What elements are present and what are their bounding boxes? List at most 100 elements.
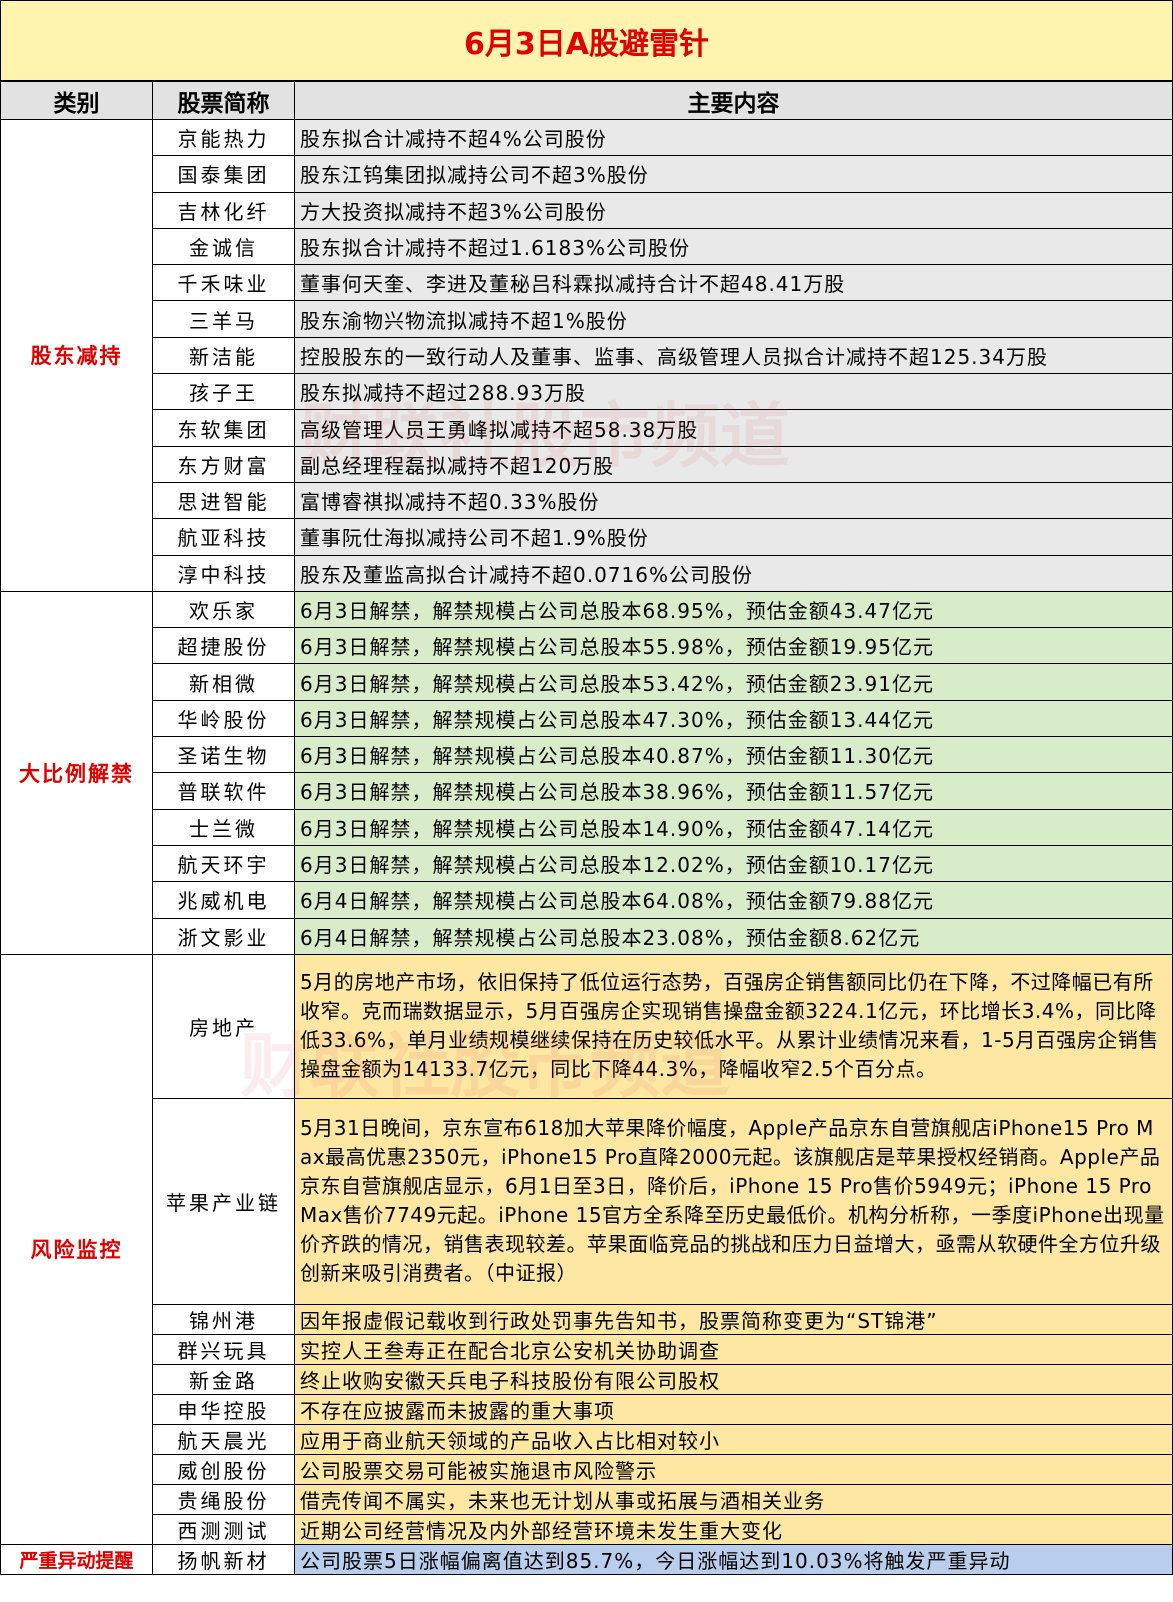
content-cell: 近期公司经营情况及内外部经营环境未发生重大变化 <box>294 1513 1173 1545</box>
table-row: 严重异动提醒 扬帆新材 公司股票5日涨幅偏离值达到85.7%，今日涨幅达到10.03… <box>0 1543 1173 1575</box>
stock-name-cell: 新相微 <box>152 663 295 701</box>
table-row: 航亚科技 董事阮仕海拟减持公司不超1.9%股份 <box>1 518 1173 556</box>
header-stock: 股票简称 <box>152 81 295 120</box>
content-cell: 5月的房地产市场，依旧保持了低位运行态势，百强房企销售额同比仍在下降，不过降幅已… <box>294 953 1173 1099</box>
stock-name-cell: 国泰集团 <box>152 155 295 193</box>
content-cell: 实控人王叁寿正在配合北京公安机关协助调查 <box>294 1333 1173 1365</box>
stock-name-cell: 航天晨光 <box>152 1423 295 1455</box>
category-cell: 严重异动提醒 <box>0 1543 153 1575</box>
stock-name-cell: 吉林化纤 <box>152 191 295 229</box>
content-cell: 公司股票交易可能被实施退市风险警示 <box>294 1453 1173 1485</box>
stock-name-cell: 贵绳股份 <box>152 1483 295 1515</box>
stock-name-cell: 三羊马 <box>152 300 295 338</box>
content-cell: 应用于商业航天领域的产品收入占比相对较小 <box>294 1423 1173 1455</box>
stock-name-cell: 士兰微 <box>152 808 295 846</box>
table-row: 新相微 6月3日解禁，解禁规模占公司总股本53.42%，预估金额23.91亿元 <box>1 663 1173 701</box>
stock-name-cell: 新金路 <box>152 1363 295 1395</box>
content-cell: 终止收购安徽天兵电子科技股份有限公司股权 <box>294 1363 1173 1395</box>
table-row: 三羊马 股东渝物兴物流拟减持不超1%股份 <box>1 300 1173 338</box>
content-cell: 6月4日解禁，解禁规模占公司总股本23.08%，预估金额8.62亿元 <box>294 917 1173 955</box>
stock-name-cell: 思进智能 <box>152 481 295 520</box>
table-row: 申华控股 不存在应披露而未披露的重大事项 <box>1 1393 1173 1425</box>
table-body: 股东减持 京能热力 股东拟合计减持不超4%公司股份 国泰集团 股东江钨集团拟减持公司不超… <box>0 118 1173 1575</box>
table-row: 锦州港 因年报虚假记载收到行政处罚事先告知书，股票简称变更为“ST锦港” <box>1 1303 1173 1335</box>
content-cell: 董事阮仕海拟减持公司不超1.9%股份 <box>294 518 1173 556</box>
stock-name-cell: 孩子王 <box>152 373 295 411</box>
table-row: 航天晨光 应用于商业航天领域的产品收入占比相对较小 <box>1 1423 1173 1455</box>
stock-name-cell: 房地产 <box>152 953 295 1099</box>
sheet: 6月3日A股避雷针 类别 股票简称 主要内容 股东减持 京能热力 股东拟合计减持不超… <box>0 0 1173 1602</box>
content-cell: 公司股票5日涨幅偏离值达到85.7%，今日涨幅达到10.03%将触发严重异动 <box>294 1543 1173 1575</box>
content-cell: 6月4日解禁，解禁规模占公司总股本64.08%，预估金额79.88亿元 <box>294 881 1173 919</box>
stock-name-cell: 航亚科技 <box>152 518 295 556</box>
content-cell: 因年报虚假记载收到行政处罚事先告知书，股票简称变更为“ST锦港” <box>294 1303 1173 1335</box>
stock-name-cell: 扬帆新材 <box>152 1543 295 1575</box>
stock-name-cell: 欢乐家 <box>152 590 295 629</box>
table-row: 航天环宇 6月3日解禁，解禁规模占公司总股本12.02%，预估金额10.17亿元 <box>1 844 1173 883</box>
stock-name-cell: 浙文影业 <box>152 917 295 955</box>
stock-name-cell: 圣诺生物 <box>152 736 295 774</box>
content-cell: 富博睿祺拟减持不超0.33%股份 <box>294 481 1173 520</box>
content-cell: 控股股东的一致行动人及董事、监事、高级管理人员拟合计减持不超125.34万股 <box>294 336 1173 375</box>
stock-name-cell: 新洁能 <box>152 336 295 375</box>
table-row: 华岭股份 6月3日解禁，解禁规模占公司总股本47.30%，预估金额13.44亿元 <box>1 699 1173 738</box>
table-row: 威创股份 公司股票交易可能被实施退市风险警示 <box>1 1453 1173 1485</box>
stock-name-cell: 航天环宇 <box>152 844 295 883</box>
stock-table: 类别 股票简称 主要内容 股东减持 京能热力 股东拟合计减持不超4%公司股份 国泰集团… <box>0 81 1173 1575</box>
stock-name-cell: 东软集团 <box>152 409 295 447</box>
header-row: 类别 股票简称 主要内容 <box>0 81 1173 120</box>
stock-name-cell: 群兴玩具 <box>152 1333 295 1365</box>
stock-name-cell: 东方财富 <box>152 445 295 483</box>
stock-name-cell: 超捷股份 <box>152 627 295 665</box>
content-cell: 股东拟减持不超过288.93万股 <box>294 373 1173 411</box>
content-cell: 方大投资拟减持不超3%公司股份 <box>294 191 1173 229</box>
category-cell: 股东减持 <box>0 119 153 592</box>
content-cell: 高级管理人员王勇峰拟减持不超58.38万股 <box>294 409 1173 447</box>
table-row: 圣诺生物 6月3日解禁，解禁规模占公司总股本40.87%，预估金额11.30亿元 <box>1 736 1173 774</box>
table-row: 贵绳股份 借壳传闻不属实，未来也无计划从事或拓展与酒相关业务 <box>1 1483 1173 1515</box>
table-row: 千禾味业 董事何天奎、李进及董秘吕科霖拟减持合计不超48.41万股 <box>1 264 1173 302</box>
stock-name-cell: 锦州港 <box>152 1303 295 1335</box>
table-row: 股东减持 京能热力 股东拟合计减持不超4%公司股份 <box>0 118 1173 592</box>
stock-name-cell: 普联软件 <box>152 772 295 810</box>
content-cell: 6月3日解禁，解禁规模占公司总股本53.42%，预估金额23.91亿元 <box>294 663 1173 701</box>
table-row: 西测测试 近期公司经营情况及内外部经营环境未发生重大变化 <box>1 1513 1173 1545</box>
content-cell: 股东渝物兴物流拟减持不超1%股份 <box>294 300 1173 338</box>
table-row: 苹果产业链 5月31日晚间，京东宣布618加大苹果降价幅度，Apple产品京东自营… <box>1 1097 1173 1305</box>
content-cell: 股东及董监高拟合计减持不超0.0716%公司股份 <box>294 554 1173 592</box>
content-cell: 不存在应披露而未披露的重大事项 <box>294 1393 1173 1425</box>
stock-name-cell: 京能热力 <box>152 118 295 157</box>
content-cell: 副总经理程磊拟减持不超120万股 <box>294 445 1173 483</box>
table-row: 淳中科技 股东及董监高拟合计减持不超0.0716%公司股份 <box>1 554 1173 592</box>
content-cell: 6月3日解禁，解禁规模占公司总股本55.98%，预估金额19.95亿元 <box>294 627 1173 665</box>
table-row: 超捷股份 6月3日解禁，解禁规模占公司总股本55.98%，预估金额19.95亿元 <box>1 627 1173 665</box>
stock-name-cell: 金诚信 <box>152 227 295 266</box>
content-cell: 股东拟合计减持不超4%公司股份 <box>294 118 1173 157</box>
table-row: 风险监控 房地产 5月的房地产市场，依旧保持了低位运行态势，百强房企销售额同比仍在下… <box>0 953 1173 1545</box>
table-row: 思进智能 富博睿祺拟减持不超0.33%股份 <box>1 481 1173 520</box>
content-cell: 6月3日解禁，解禁规模占公司总股本68.95%，预估金额43.47亿元 <box>294 590 1173 629</box>
content-cell: 6月3日解禁，解禁规模占公司总股本38.96%，预估金额11.57亿元 <box>294 772 1173 810</box>
table-row: 士兰微 6月3日解禁，解禁规模占公司总股本14.90%，预估金额47.14亿元 <box>1 808 1173 846</box>
table-row: 普联软件 6月3日解禁，解禁规模占公司总股本38.96%，预估金额11.57亿元 <box>1 772 1173 810</box>
category-cell: 风险监控 <box>0 953 153 1545</box>
table-row: 吉林化纤 方大投资拟减持不超3%公司股份 <box>1 191 1173 229</box>
header-content: 主要内容 <box>294 81 1173 120</box>
table-row: 金诚信 股东拟合计减持不超过1.6183%公司股份 <box>1 227 1173 266</box>
content-cell: 股东拟合计减持不超过1.6183%公司股份 <box>294 227 1173 266</box>
stock-name-cell: 千禾味业 <box>152 264 295 302</box>
content-cell: 股东江钨集团拟减持公司不超3%股份 <box>294 155 1173 193</box>
category-cell: 大比例解禁 <box>0 590 153 955</box>
stock-name-cell: 淳中科技 <box>152 554 295 592</box>
stock-name-cell: 苹果产业链 <box>152 1097 295 1305</box>
content-cell: 6月3日解禁，解禁规模占公司总股本12.02%，预估金额10.17亿元 <box>294 844 1173 883</box>
table-row: 群兴玩具 实控人王叁寿正在配合北京公安机关协助调查 <box>1 1333 1173 1365</box>
table-row: 兆威机电 6月4日解禁，解禁规模占公司总股本64.08%，预估金额79.88亿元 <box>1 881 1173 919</box>
stock-name-cell: 华岭股份 <box>152 699 295 738</box>
stock-name-cell: 威创股份 <box>152 1453 295 1485</box>
content-cell: 6月3日解禁，解禁规模占公司总股本14.90%，预估金额47.14亿元 <box>294 808 1173 846</box>
table-row: 国泰集团 股东江钨集团拟减持公司不超3%股份 <box>1 155 1173 193</box>
table-row: 孩子王 股东拟减持不超过288.93万股 <box>1 373 1173 411</box>
table-row: 东软集团 高级管理人员王勇峰拟减持不超58.38万股 <box>1 409 1173 447</box>
content-cell: 6月3日解禁，解禁规模占公司总股本40.87%，预估金额11.30亿元 <box>294 736 1173 774</box>
